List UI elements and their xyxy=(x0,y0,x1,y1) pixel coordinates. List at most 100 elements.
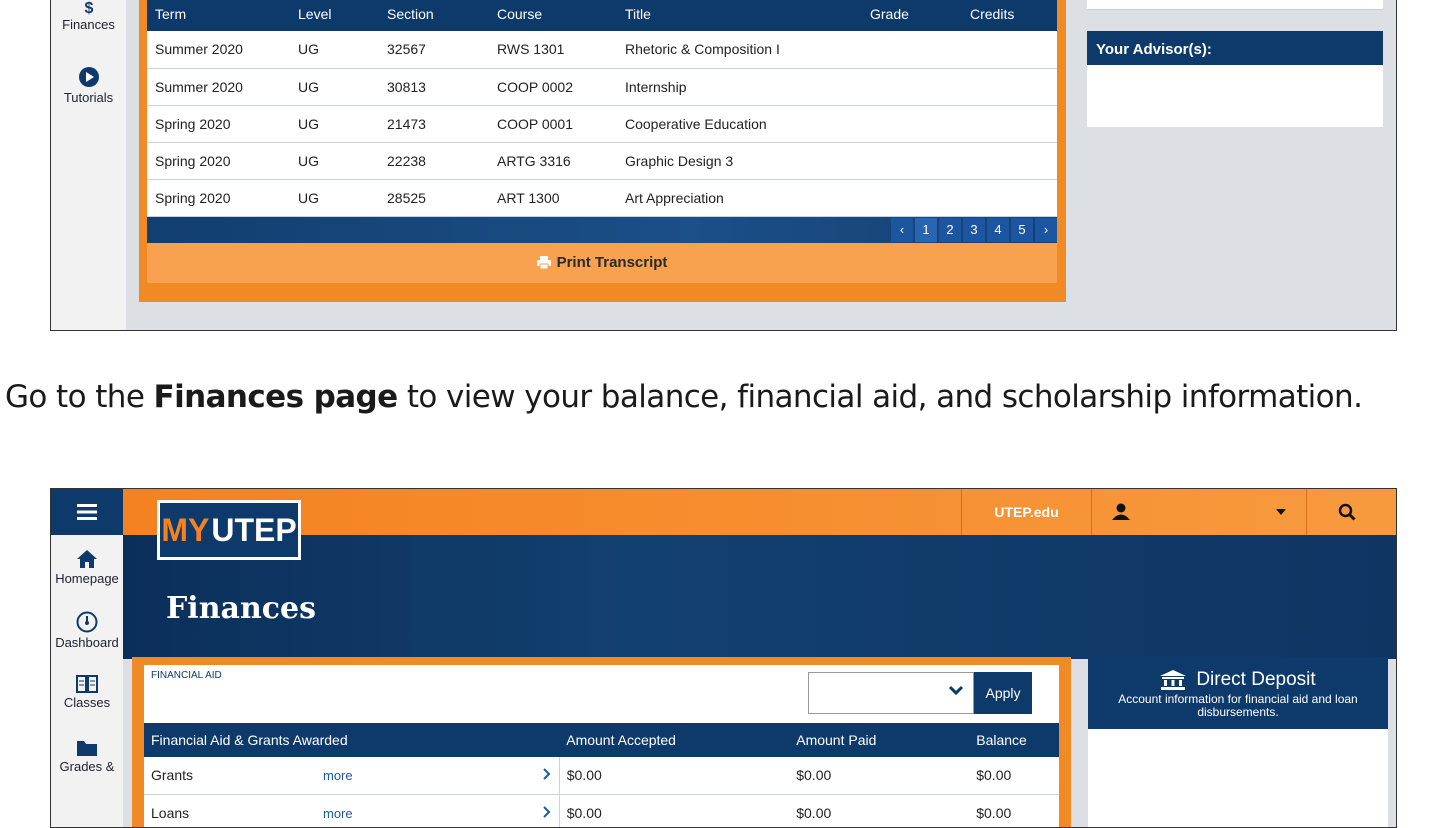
cell-term: Spring 2020 xyxy=(147,179,290,217)
search-icon xyxy=(1338,503,1356,521)
sidebar-item-tutorials[interactable]: Tutorials xyxy=(51,66,126,105)
cell-grade xyxy=(862,105,962,143)
column-header-paid: Amount Paid xyxy=(789,723,970,757)
column-header-level[interactable]: Level xyxy=(290,0,379,31)
pager-page-2[interactable]: 2 xyxy=(939,217,961,242)
cell-credits xyxy=(962,179,1057,217)
cell-course: RWS 1301 xyxy=(489,31,617,69)
sidebar-item-homepage[interactable]: Homepage xyxy=(51,549,123,586)
dashboard-icon xyxy=(76,611,98,633)
table-row: Spring 2020 UG 21473 COOP 0001 Cooperati… xyxy=(147,105,1057,143)
cell-grade xyxy=(862,142,962,180)
more-link[interactable]: more xyxy=(323,806,353,821)
cell-credits xyxy=(962,31,1057,69)
cell-title: Rhetoric & Composition I xyxy=(617,31,862,69)
cell-level: UG xyxy=(290,142,379,180)
logo-my: MY xyxy=(161,511,210,548)
cell-section: 28525 xyxy=(379,179,489,217)
cell-level: UG xyxy=(290,31,379,69)
hamburger-icon xyxy=(77,504,97,520)
pager-page-5[interactable]: 5 xyxy=(1011,217,1033,242)
myutep-logo[interactable]: MY UTEP xyxy=(157,500,301,560)
cell-section: 30813 xyxy=(379,68,489,106)
cell-course: ART 1300 xyxy=(489,179,617,217)
table-row: Spring 2020 UG 28525 ART 1300 Art Apprec… xyxy=(147,179,1057,217)
folder-icon xyxy=(77,741,97,756)
direct-deposit-title: Direct Deposit xyxy=(1196,669,1316,690)
more-link[interactable]: more xyxy=(323,768,353,783)
svg-text:$: $ xyxy=(84,1,93,15)
chevron-right-icon xyxy=(543,805,551,818)
cell-section: 32567 xyxy=(379,31,489,69)
transcript-table: Term Level Section Course Title Grade Cr… xyxy=(147,0,1057,217)
aid-year-select[interactable] xyxy=(808,672,974,714)
sidebar-item-classes[interactable]: Classes xyxy=(51,673,123,710)
table-row[interactable]: Grants more $0.00 $0.00 $0.00 xyxy=(144,757,1059,795)
sidebar-item-label: Classes xyxy=(63,695,111,710)
table-header-row: Financial Aid & Grants Awarded Amount Ac… xyxy=(144,723,1059,757)
cell-grade xyxy=(862,68,962,106)
sidebar-item-label: Finances xyxy=(62,17,115,32)
cell-course: ARTG 3316 xyxy=(489,142,617,180)
home-icon xyxy=(77,550,97,568)
direct-deposit-card[interactable]: Direct Deposit Account information for f… xyxy=(1088,657,1388,729)
column-header-accepted: Amount Accepted xyxy=(559,723,790,757)
column-header-grade[interactable]: Grade xyxy=(862,0,962,31)
menu-button[interactable] xyxy=(51,489,123,535)
column-header-title[interactable]: Title xyxy=(617,0,862,31)
column-header-awarded: Financial Aid & Grants Awarded xyxy=(144,723,560,757)
column-header-course[interactable]: Course xyxy=(489,0,617,31)
row-expand[interactable] xyxy=(486,757,560,795)
instruction-text: Go to the Finances page to view your bal… xyxy=(5,379,1363,415)
user-menu[interactable] xyxy=(1091,489,1306,535)
cell-title: Graphic Design 3 xyxy=(617,142,862,180)
pager-next-button[interactable]: › xyxy=(1035,217,1057,242)
print-transcript-label: Print Transcript xyxy=(556,254,668,271)
column-header-credits[interactable]: Credits xyxy=(962,0,1057,31)
transcript-panel: Term Level Section Course Title Grade Cr… xyxy=(139,0,1066,302)
table-row: Summer 2020 UG 32567 RWS 1301 Rhetoric &… xyxy=(147,31,1057,69)
chevron-right-icon xyxy=(543,768,551,780)
advisor-top-panel xyxy=(1087,0,1383,10)
utep-link-label: UTEP.edu xyxy=(994,504,1059,520)
dollar-icon: $ xyxy=(84,1,93,15)
book-icon xyxy=(76,675,98,693)
sidebar-item-finances[interactable]: $ Finances xyxy=(51,1,126,32)
advisor-title: Your Advisor(s): xyxy=(1087,31,1383,65)
sidebar-item-grades[interactable]: Grades & xyxy=(51,739,123,774)
pager-page-4[interactable]: 4 xyxy=(987,217,1009,242)
utep-link[interactable]: UTEP.edu xyxy=(961,489,1091,535)
column-header-section[interactable]: Section xyxy=(379,0,489,31)
pager-page-3[interactable]: 3 xyxy=(963,217,985,242)
advisor-body xyxy=(1087,65,1383,127)
financial-aid-table: Financial Aid & Grants Awarded Amount Ac… xyxy=(144,723,1059,827)
cell-term: Spring 2020 xyxy=(147,105,290,143)
cell-course: COOP 0001 xyxy=(489,105,617,143)
cell-term: Spring 2020 xyxy=(147,142,290,180)
caret-down-icon xyxy=(1276,509,1286,515)
cell-section: 21473 xyxy=(379,105,489,143)
sidebar-item-label: Tutorials xyxy=(63,90,114,105)
column-header-balance: Balance xyxy=(969,723,1059,757)
table-row: Summer 2020 UG 30813 COOP 0002 Internshi… xyxy=(147,68,1057,106)
cell-grade xyxy=(862,179,962,217)
cell-paid: $0.00 xyxy=(789,757,970,795)
financial-aid-label: FINANCIAL AID xyxy=(151,670,222,681)
table-row: Spring 2020 UG 22238 ARTG 3316 Graphic D… xyxy=(147,142,1057,180)
caption-bold: Finances page xyxy=(153,379,399,415)
search-button[interactable] xyxy=(1306,489,1386,535)
column-header-term[interactable]: Term xyxy=(147,0,290,31)
sidebar-item-dashboard[interactable]: Dashboard xyxy=(51,611,123,650)
sidebar-item-label: Grades & xyxy=(59,759,115,774)
cell-grade xyxy=(862,31,962,69)
cell-level: UG xyxy=(290,105,379,143)
pager-page-1[interactable]: 1 xyxy=(915,217,937,242)
cell-title: Cooperative Education xyxy=(617,105,862,143)
cell-accepted: $0.00 xyxy=(559,757,790,795)
page-header: Finances xyxy=(123,535,1396,659)
pager-prev-button[interactable]: ‹ xyxy=(891,217,913,242)
pagination-bar: ‹ 1 2 3 4 5 › xyxy=(147,216,1057,243)
print-transcript-button[interactable]: Print Transcript xyxy=(147,242,1057,283)
apply-button[interactable]: Apply xyxy=(974,672,1032,714)
top-bar: UTEP.edu xyxy=(123,489,1396,535)
